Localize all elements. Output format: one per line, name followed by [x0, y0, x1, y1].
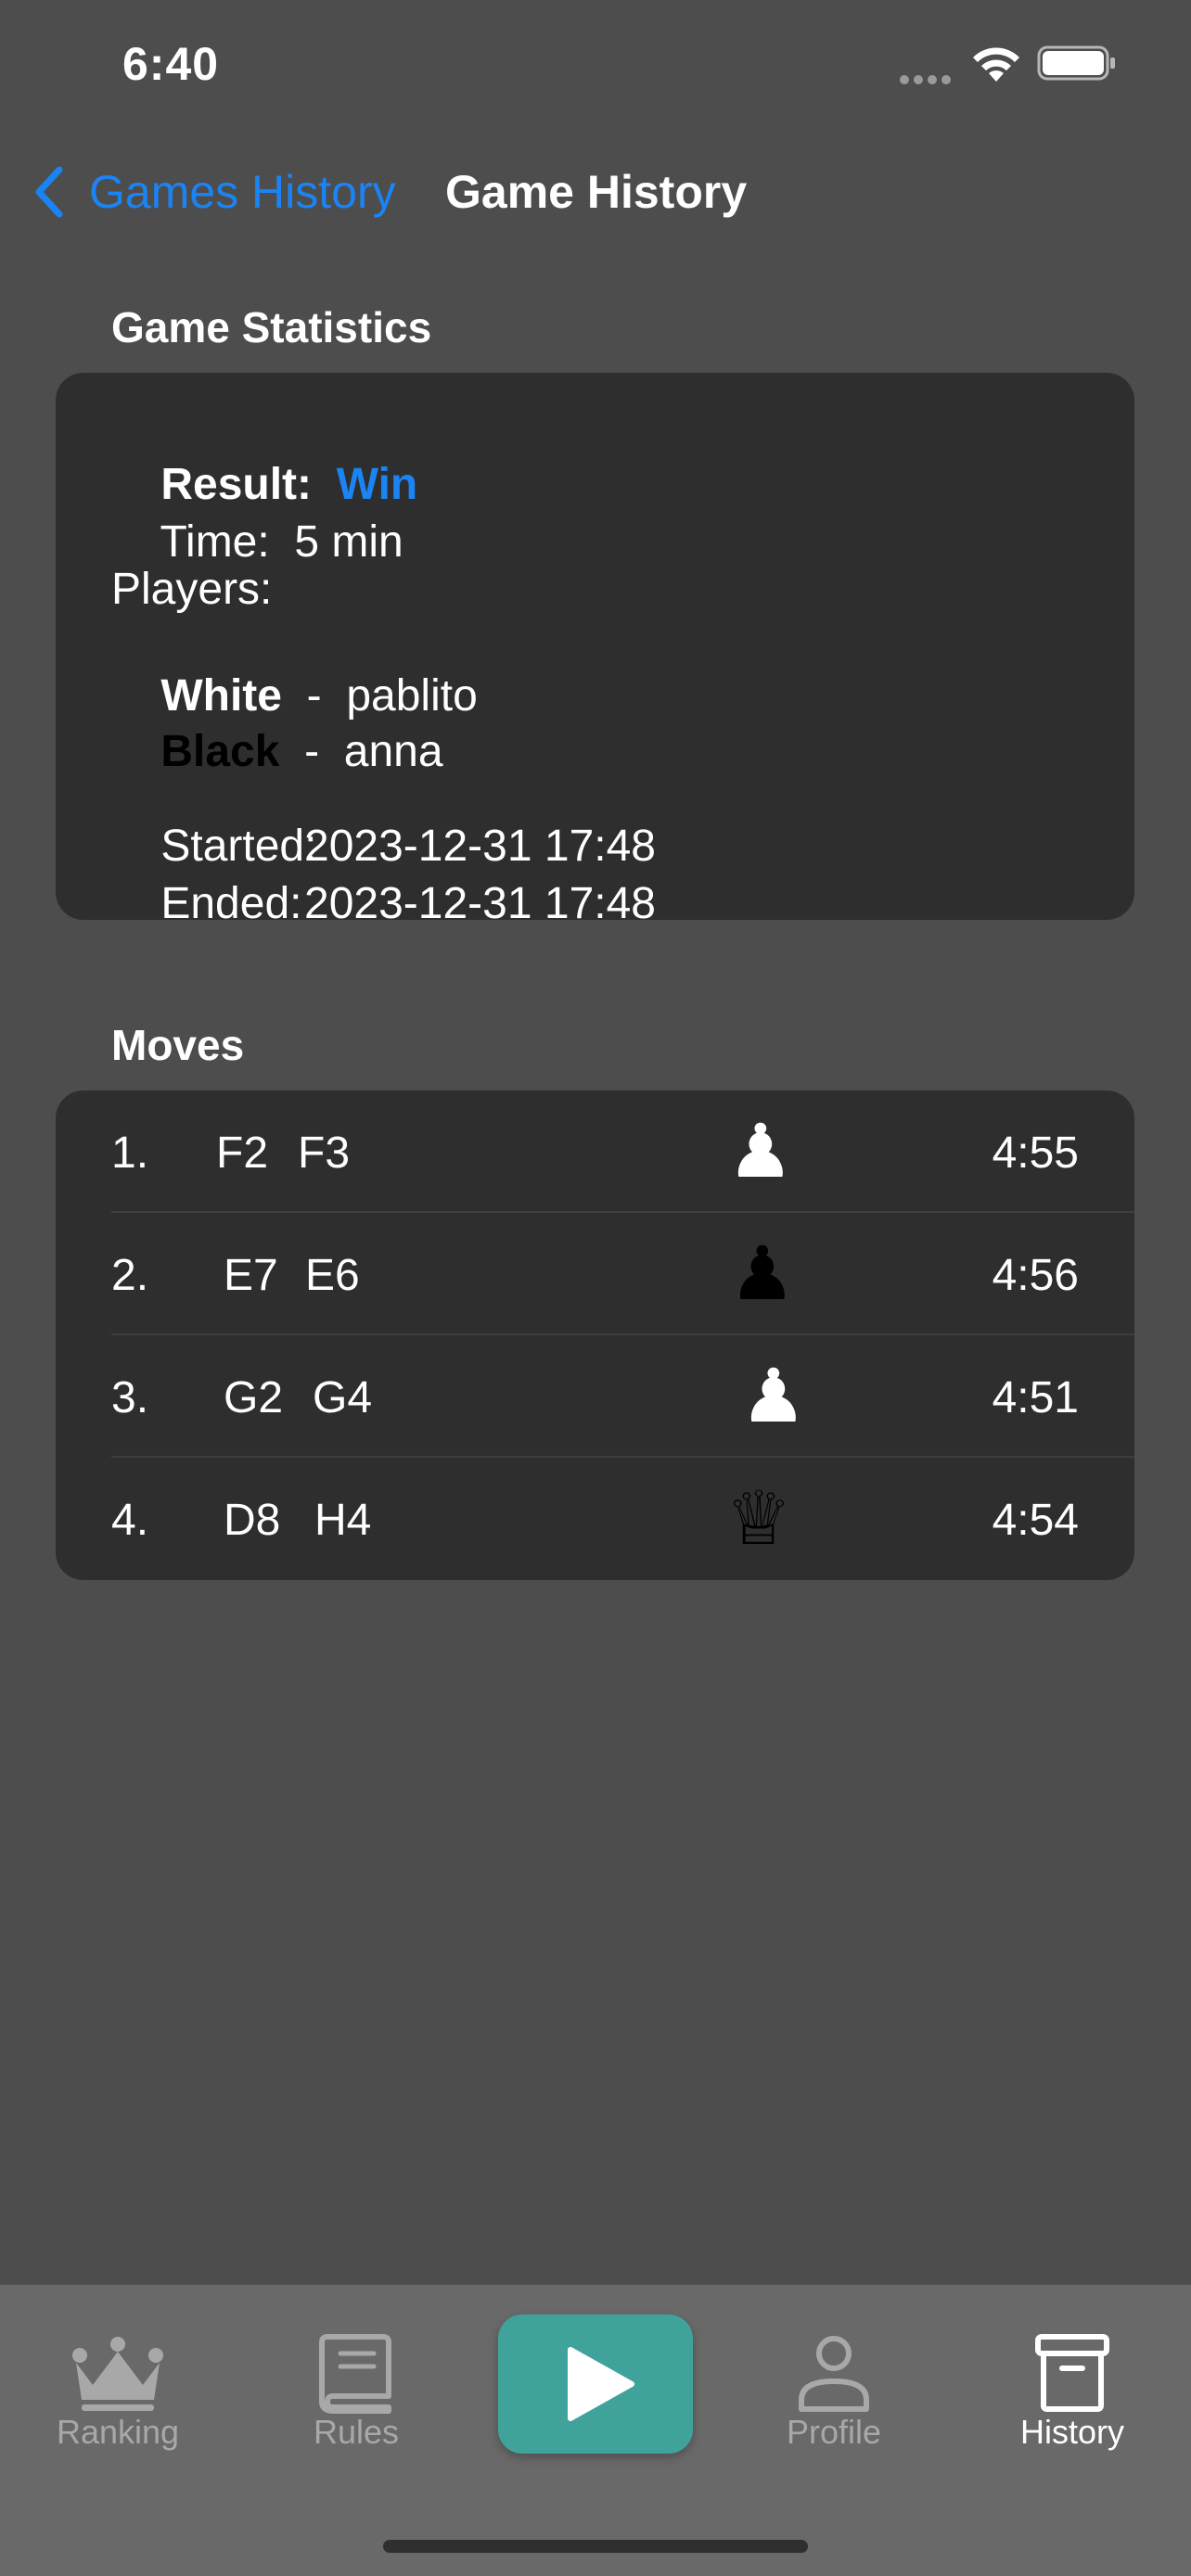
- person-icon: [799, 2336, 869, 2412]
- tab-profile-label: Profile: [786, 2413, 882, 2451]
- cellular-signal-icon: [900, 72, 959, 84]
- tab-bar: Ranking Rules Profile History: [0, 2285, 1191, 2576]
- moves-heading: Moves: [111, 1021, 245, 1069]
- battery-icon: [1037, 45, 1115, 81]
- move-from-square: E7: [224, 1251, 278, 1300]
- game-statistics-heading: Game Statistics: [111, 303, 432, 351]
- move-number: 3.: [111, 1373, 149, 1422]
- tab-rules[interactable]: Rules: [263, 2285, 449, 2489]
- move-row: 2. E7 E6 ♟ 4:56: [56, 1213, 1134, 1335]
- time-label: Time:: [160, 517, 270, 567]
- ended-row: Ended: 2023-12-31 17:48: [111, 827, 656, 980]
- move-to-square: G4: [313, 1373, 373, 1422]
- moves-list: 1. F2 F3 ♟ 4:55 2. E7 E6 ♟ 4:56 3. G2 G4…: [56, 1090, 1134, 1580]
- crown-icon: [72, 2337, 163, 2411]
- move-time: 4:51: [992, 1373, 1079, 1422]
- play-button[interactable]: [498, 2315, 693, 2454]
- move-number: 4.: [111, 1496, 149, 1545]
- move-time: 4:55: [992, 1129, 1079, 1178]
- ended-label: Ended:: [160, 879, 302, 928]
- chevron-left-icon: [35, 166, 63, 218]
- white-pawn-icon: ♟: [740, 1353, 807, 1439]
- play-icon: [568, 2347, 634, 2421]
- black-queen-icon: ♕: [725, 1475, 792, 1562]
- move-to-square: F3: [298, 1129, 351, 1178]
- white-pawn-icon: ♟: [727, 1108, 794, 1194]
- tab-rules-label: Rules: [313, 2413, 400, 2451]
- tab-ranking-label: Ranking: [56, 2413, 180, 2451]
- move-number: 1.: [111, 1129, 149, 1178]
- tab-ranking[interactable]: Ranking: [25, 2285, 211, 2489]
- move-to-square: H4: [314, 1496, 372, 1545]
- move-from-square: D8: [224, 1496, 281, 1545]
- move-time: 4:56: [992, 1251, 1079, 1300]
- black-pawn-icon: ♟: [729, 1231, 796, 1317]
- move-to-square: E6: [305, 1251, 360, 1300]
- archive-box-icon: [1035, 2334, 1109, 2412]
- back-button-label: Games History: [89, 166, 396, 218]
- move-number: 2.: [111, 1251, 149, 1300]
- move-row: 1. F2 F3 ♟ 4:55: [56, 1090, 1134, 1213]
- move-time: 4:54: [992, 1496, 1079, 1545]
- tab-history-label: History: [1019, 2413, 1124, 2451]
- game-statistics-card: Result: Win Time: 5 min Players: White -…: [56, 373, 1134, 928]
- page-title: Game History: [445, 166, 748, 218]
- players-label: Players:: [111, 565, 273, 614]
- move-row: 4. D8 H4 ♕ 4:54: [56, 1458, 1134, 1580]
- tab-history[interactable]: History: [980, 2285, 1165, 2489]
- navigation-bar: Games History Game History: [0, 148, 1191, 241]
- back-button[interactable]: Games History: [32, 159, 396, 224]
- black-player-name: anna: [343, 727, 443, 776]
- started-value: 2023-12-31 17:48: [304, 822, 656, 871]
- status-time: 6:40: [122, 38, 220, 90]
- ended-value: 2023-12-31 17:48: [304, 879, 656, 928]
- move-row: 3. G2 G4 ♟ 4:51: [56, 1335, 1134, 1458]
- home-indicator: [383, 2540, 808, 2553]
- time-value: 5 min: [294, 517, 403, 567]
- move-from-square: G2: [224, 1373, 284, 1422]
- book-icon: [319, 2334, 391, 2414]
- tab-profile[interactable]: Profile: [741, 2285, 927, 2489]
- move-from-square: F2: [216, 1129, 269, 1178]
- status-bar: 6:40: [0, 0, 1191, 139]
- wifi-icon: [973, 47, 1019, 82]
